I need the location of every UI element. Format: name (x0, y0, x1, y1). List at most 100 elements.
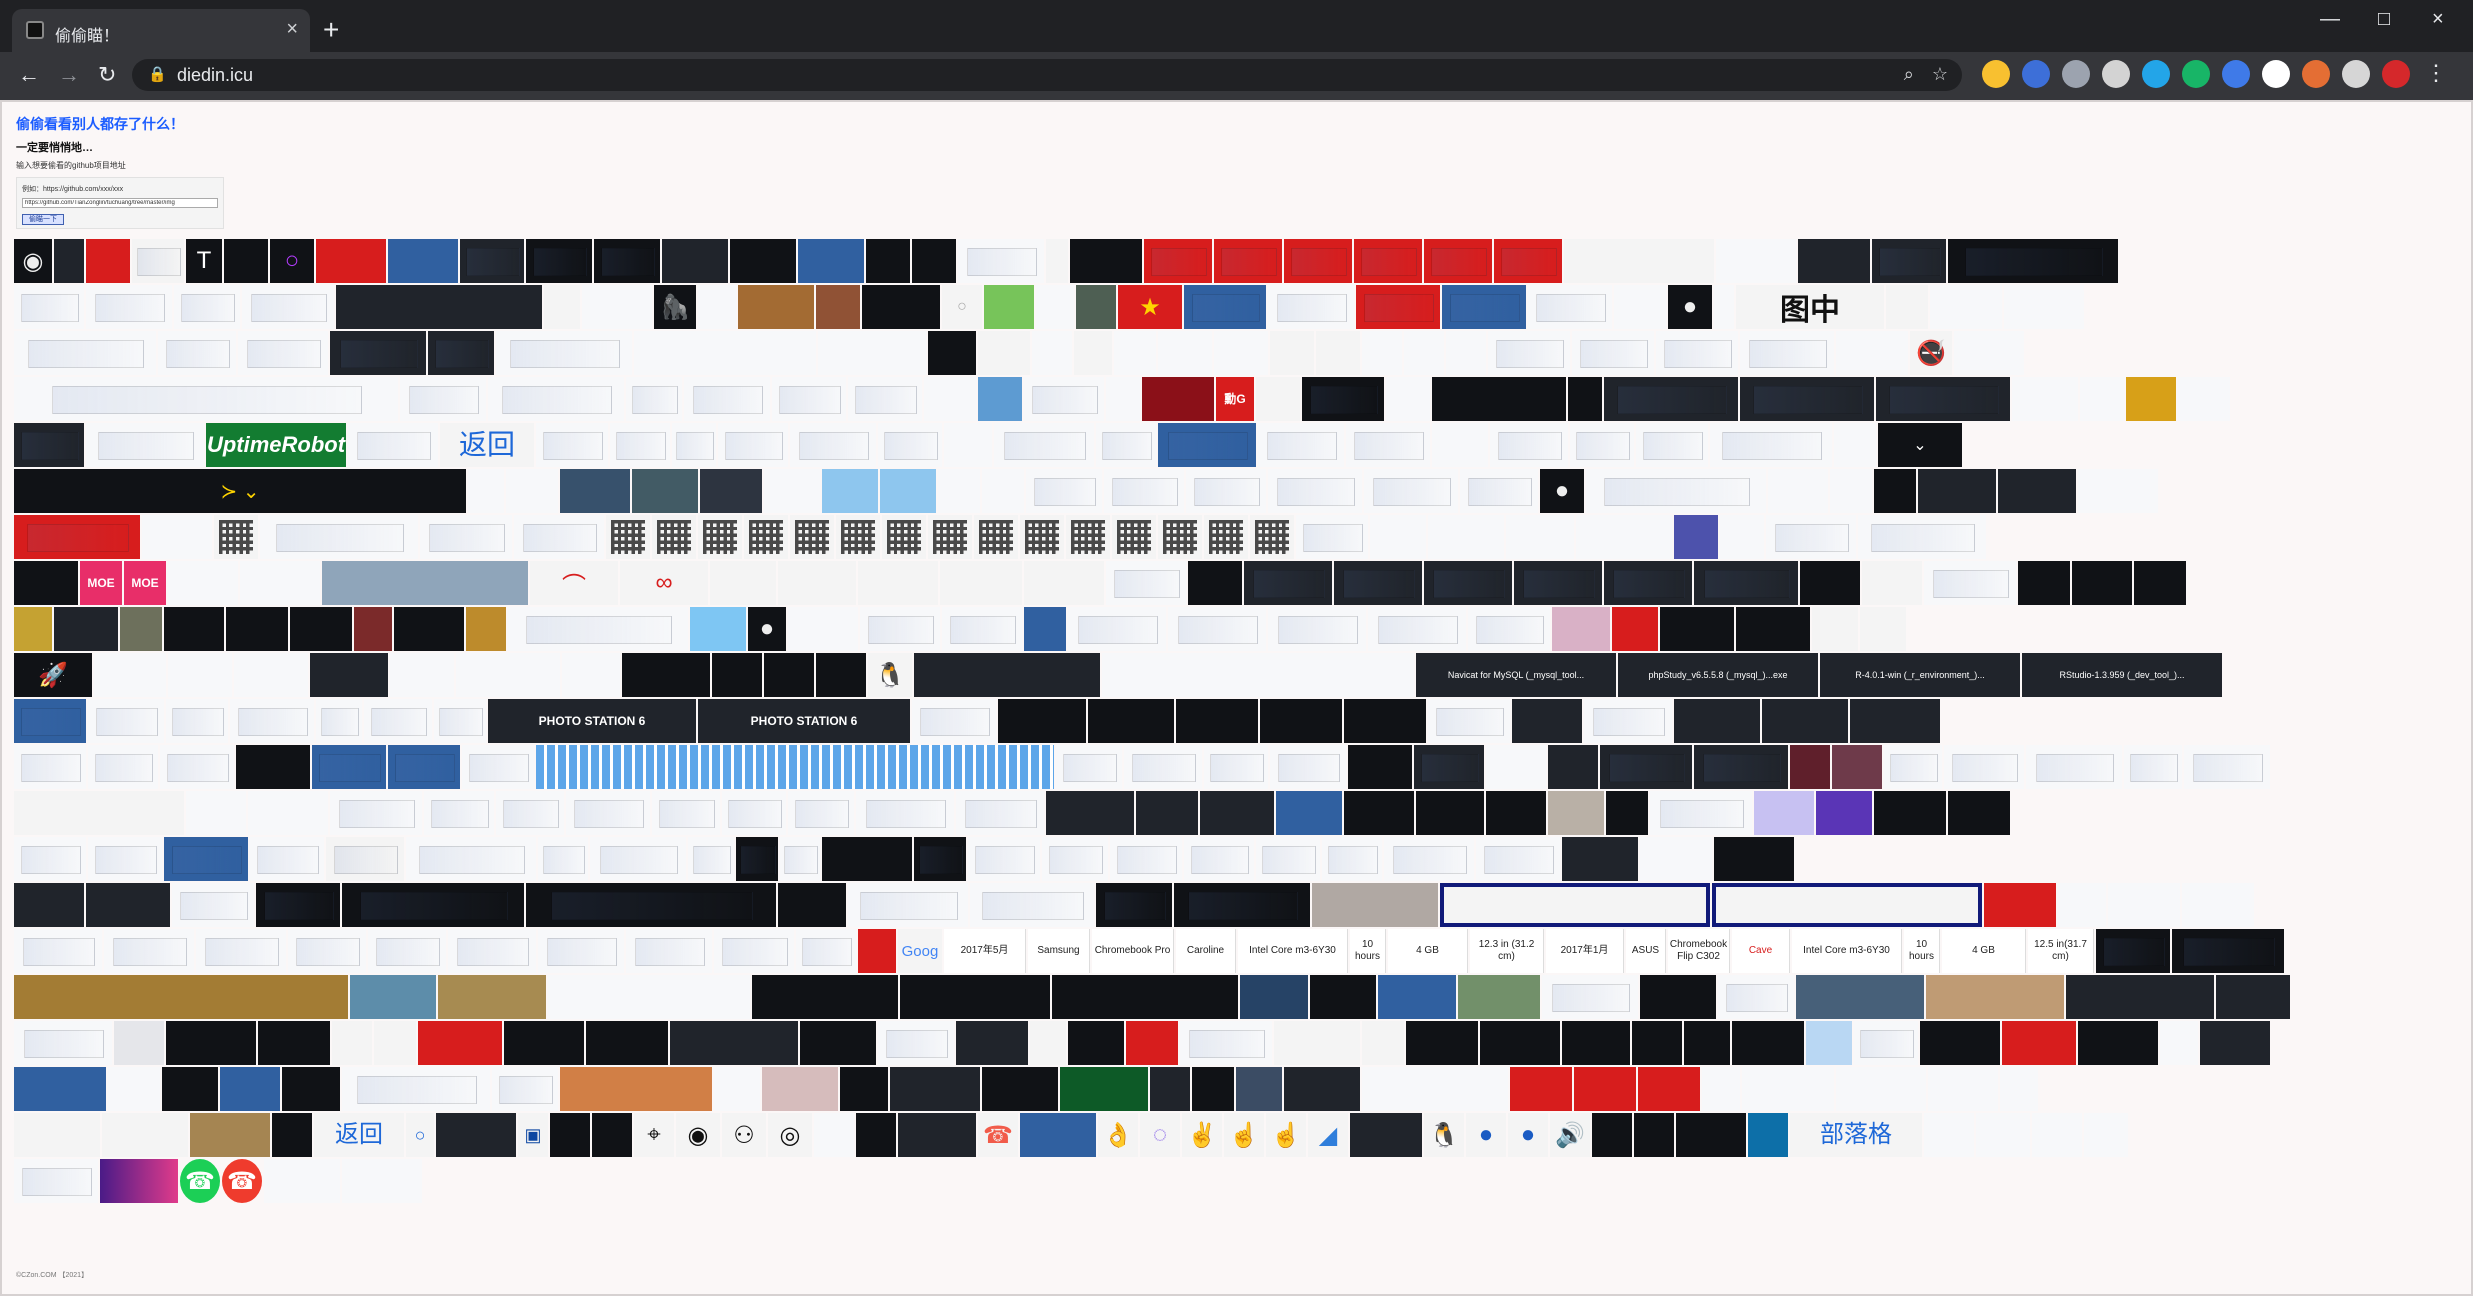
image-tile[interactable] (1740, 331, 1834, 375)
image-tile[interactable] (88, 745, 158, 789)
image-tile[interactable] (1368, 607, 1466, 651)
image-tile[interactable] (1060, 1067, 1148, 1111)
image-tile[interactable] (958, 239, 1044, 283)
image-tile[interactable] (132, 239, 184, 283)
active-browser-tab[interactable]: 偷偷瞄！ × (12, 9, 310, 52)
image-tile[interactable] (1042, 837, 1108, 881)
image-tile[interactable] (1214, 239, 1282, 283)
image-tile[interactable] (1862, 561, 1922, 605)
image-tile[interactable] (956, 1021, 1028, 1065)
image-tile[interactable] (1446, 331, 1486, 375)
image-tile[interactable] (14, 699, 86, 743)
image-tile[interactable] (1984, 883, 2056, 927)
image-tile[interactable] (374, 1021, 416, 1065)
image-tile[interactable]: ● (1540, 469, 1584, 513)
image-tile[interactable] (234, 653, 308, 697)
image-tile[interactable] (388, 239, 458, 283)
image-tile[interactable] (100, 1159, 178, 1203)
image-tile[interactable] (1312, 883, 1438, 927)
qr-image-tile[interactable] (1066, 515, 1110, 559)
image-tile[interactable] (632, 469, 698, 513)
crop-extension-icon[interactable] (2222, 60, 2250, 88)
image-tile[interactable] (1976, 1113, 2030, 1157)
image-tile[interactable]: 🔊 (1550, 1113, 1590, 1157)
image-tile[interactable] (778, 561, 856, 605)
qr-image-tile[interactable] (1204, 515, 1248, 559)
image-tile[interactable] (1514, 561, 1602, 605)
image-tile[interactable] (2078, 1021, 2158, 1065)
image-tile[interactable] (684, 377, 770, 421)
image-tile[interactable] (626, 929, 712, 973)
image-tile[interactable] (168, 653, 232, 697)
image-tile[interactable] (496, 791, 564, 835)
image-tile[interactable] (1032, 331, 1072, 375)
image-tile[interactable] (1236, 1067, 1282, 1111)
image-tile[interactable] (2200, 1021, 2270, 1065)
image-tile[interactable] (798, 239, 864, 283)
image-tile[interactable] (610, 423, 670, 467)
image-tile[interactable] (1354, 239, 1422, 283)
image-tile[interactable] (1150, 1067, 1190, 1111)
image-tile[interactable] (54, 607, 118, 651)
image-tile[interactable] (1334, 561, 1422, 605)
image-tile[interactable] (1364, 469, 1458, 513)
image-tile[interactable] (1816, 791, 1872, 835)
image-tile[interactable] (1714, 837, 1794, 881)
image-tile[interactable] (690, 607, 746, 651)
image-tile[interactable] (1460, 469, 1538, 513)
image-tile[interactable] (1714, 285, 1734, 329)
image-tile[interactable] (164, 607, 224, 651)
image-tile[interactable] (420, 515, 512, 559)
image-tile[interactable] (1736, 607, 1810, 651)
image-tile[interactable] (764, 469, 820, 513)
image-tile[interactable] (1632, 1021, 1682, 1065)
qr-image-tile[interactable] (698, 515, 742, 559)
image-tile[interactable] (562, 653, 620, 697)
qr-image-tile[interactable] (790, 515, 834, 559)
image-tile[interactable]: UptimeRobot (206, 423, 346, 467)
image-tile[interactable] (1268, 607, 1366, 651)
image-tile[interactable]: ● (1668, 285, 1712, 329)
image-tile[interactable] (350, 975, 436, 1019)
image-tile[interactable] (1268, 469, 1362, 513)
image-tile[interactable] (162, 1067, 218, 1111)
image-tile[interactable] (566, 791, 650, 835)
image-tile[interactable] (330, 331, 426, 375)
image-tile[interactable] (1046, 791, 1134, 835)
image-tile[interactable] (1600, 745, 1692, 789)
image-tile[interactable] (1186, 469, 1266, 513)
image-tile[interactable] (424, 791, 494, 835)
image-tile[interactable]: 返回 (314, 1113, 404, 1157)
reload-icon[interactable]: ↻ (98, 62, 116, 88)
image-tile[interactable] (1378, 975, 1456, 1019)
image-tile[interactable] (914, 837, 966, 881)
image-tile[interactable] (1494, 239, 1562, 283)
image-tile[interactable] (1766, 515, 1856, 559)
image-tile[interactable] (796, 929, 856, 973)
image-tile[interactable] (2080, 377, 2124, 421)
image-tile[interactable] (120, 607, 162, 651)
image-tile[interactable] (1316, 331, 1360, 375)
r-environment-tile[interactable]: R-4.0.1-win (_r_environment_)... (1820, 653, 2020, 697)
image-tile[interactable] (14, 791, 184, 835)
image-tile[interactable] (1074, 331, 1112, 375)
image-tile[interactable] (1568, 377, 1602, 421)
image-tile[interactable] (488, 377, 624, 421)
image-tile[interactable] (1428, 699, 1510, 743)
image-tile[interactable] (1650, 791, 1752, 835)
image-tile[interactable] (1110, 837, 1182, 881)
image-tile[interactable] (1296, 515, 1368, 559)
image-tile[interactable] (890, 1067, 980, 1111)
image-tile[interactable] (940, 561, 1022, 605)
image-tile[interactable] (848, 377, 922, 421)
leaf-extension-icon[interactable] (2262, 60, 2290, 88)
image-tile[interactable] (730, 239, 796, 283)
image-tile[interactable] (2182, 883, 2254, 927)
image-tile[interactable] (1638, 1067, 1700, 1111)
image-tile[interactable]: T (186, 239, 222, 283)
image-tile[interactable] (1284, 239, 1352, 283)
image-tile[interactable] (800, 1021, 876, 1065)
image-tile[interactable] (924, 377, 976, 421)
image-tile[interactable] (1024, 561, 1104, 605)
image-tile[interactable] (898, 1113, 976, 1157)
